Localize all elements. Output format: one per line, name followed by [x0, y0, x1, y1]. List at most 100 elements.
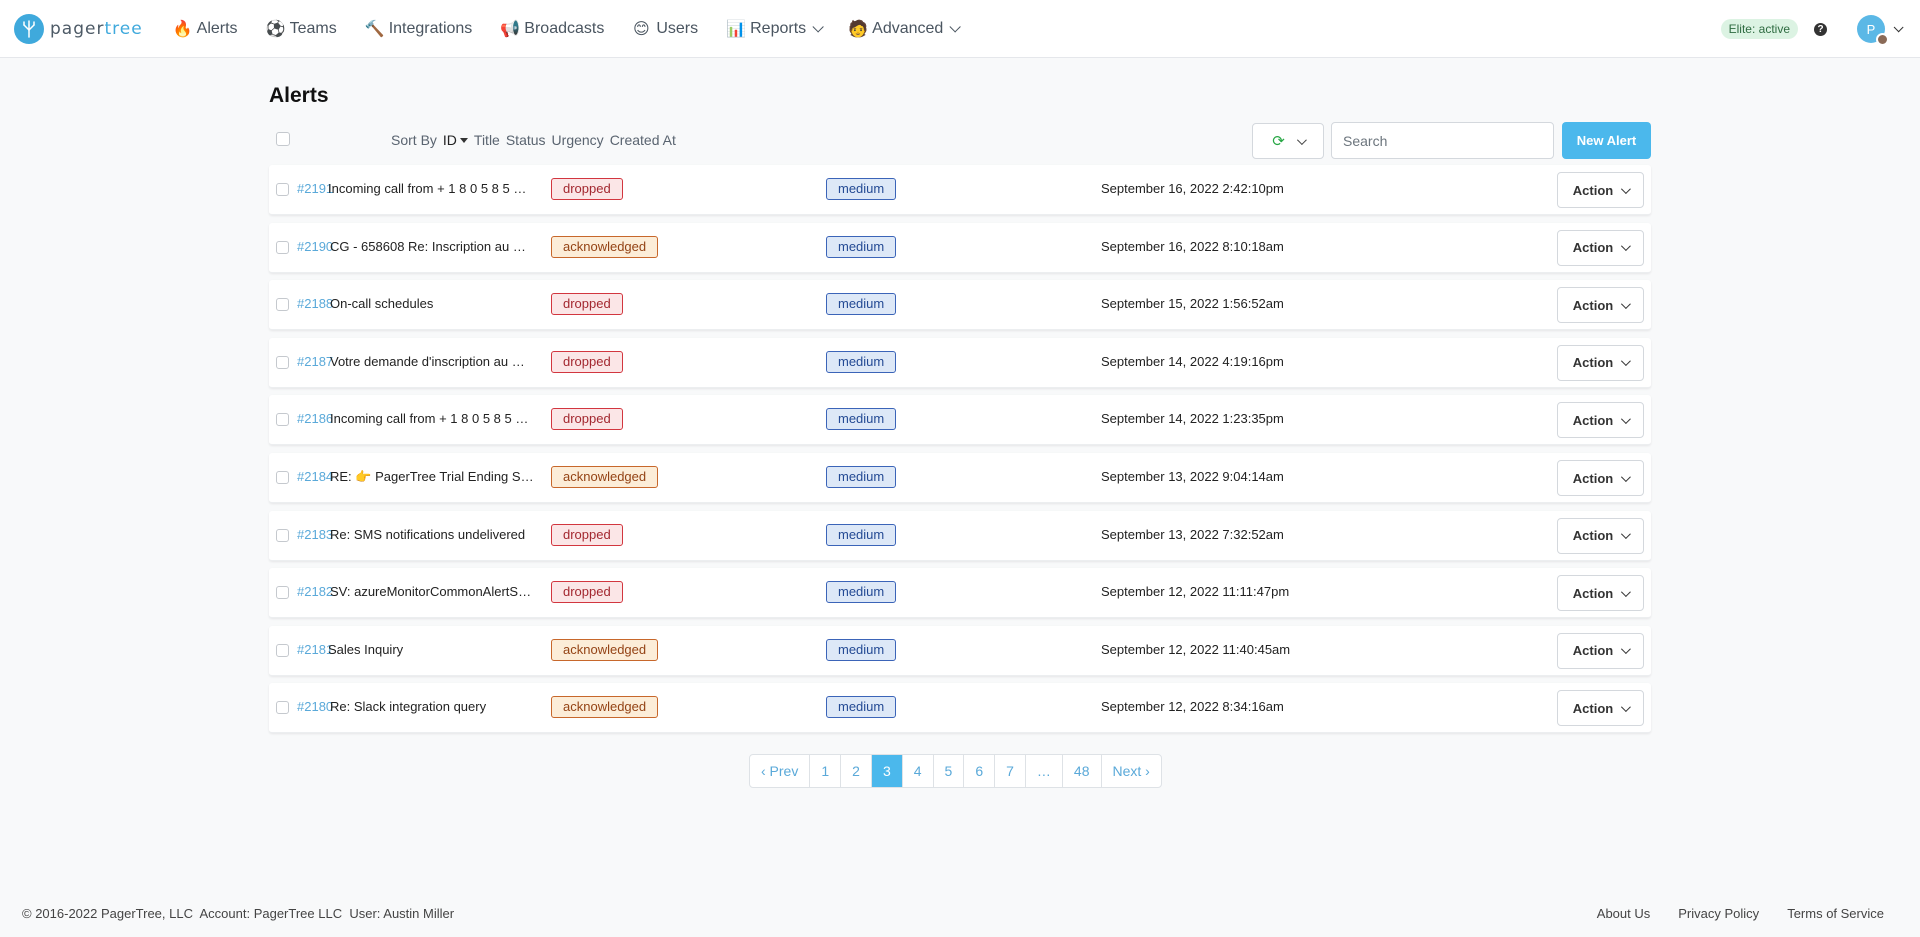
pagination-page-2[interactable]: 2: [841, 755, 872, 787]
alert-title[interactable]: Incoming call from + 1 8 0 5 8 5 …: [328, 181, 526, 196]
action-dropdown-button[interactable]: Action: [1557, 690, 1644, 727]
pagination-page-7[interactable]: 7: [995, 755, 1026, 787]
alert-id-link[interactable]: #2188: [297, 296, 333, 311]
alert-row-checkbox[interactable]: [276, 413, 289, 427]
alert-id-link[interactable]: #2190: [297, 239, 333, 254]
search-input[interactable]: [1331, 122, 1554, 159]
alert-title[interactable]: RE: 👉 PagerTree Trial Ending S…: [330, 469, 534, 485]
nav-item-integrations[interactable]: 🔨 Integrations: [351, 0, 487, 58]
pagination-page-48[interactable]: 48: [1063, 755, 1102, 787]
sort-option-title[interactable]: Title: [474, 132, 500, 148]
alert-row[interactable]: #2187 Votre demande d'inscription au … dro…: [269, 337, 1651, 388]
alert-title[interactable]: Re: SMS notifications undelivered: [330, 527, 525, 542]
nav-item-teams[interactable]: ⚽ Teams: [252, 0, 351, 58]
alert-row[interactable]: #2191 Incoming call from + 1 8 0 5 8 5 … d…: [269, 165, 1651, 215]
alert-row[interactable]: #2180 Re: Slack integration query acknowle…: [269, 683, 1651, 734]
alert-title[interactable]: SV: azureMonitorCommonAlertS…: [330, 584, 531, 599]
alert-id-link[interactable]: #2187: [297, 354, 333, 369]
hammer-icon: 🔨: [364, 20, 385, 38]
alert-row[interactable]: #2184 RE: 👉 PagerTree Trial Ending S… ackn…: [269, 453, 1651, 503]
chevron-down-icon[interactable]: [1893, 21, 1904, 32]
action-dropdown-button[interactable]: Action: [1557, 402, 1644, 439]
alert-title[interactable]: Sales Inquiry: [328, 642, 403, 657]
alert-row[interactable]: #2190 CG - 658608 Re: Inscription au … ack…: [269, 222, 1651, 273]
alert-title[interactable]: On-call schedules: [330, 296, 433, 311]
pagination-page-6[interactable]: 6: [964, 755, 996, 787]
nav-item-label: Advanced: [872, 19, 944, 37]
alert-title[interactable]: Votre demande d'inscription au …: [330, 354, 525, 369]
nav-item-broadcasts[interactable]: 📢 Broadcasts: [486, 0, 618, 58]
footer-link-terms[interactable]: Terms of Service: [1787, 906, 1884, 921]
alert-row-checkbox[interactable]: [276, 240, 289, 254]
action-label: Action: [1572, 470, 1614, 486]
alert-row-checkbox[interactable]: [276, 643, 289, 657]
pagination-ellipsis[interactable]: …: [1026, 755, 1063, 787]
alert-row[interactable]: #2183 Re: SMS notifications undelivered dr…: [269, 510, 1651, 561]
sort-option-urgency[interactable]: Urgency: [552, 132, 604, 148]
alert-row-checkbox[interactable]: [276, 586, 289, 600]
nav-item-label: Integrations: [388, 19, 473, 37]
smiley-icon: 😊: [633, 20, 650, 38]
sort-option-created-at[interactable]: Created At: [610, 132, 676, 148]
sort-direction-icon[interactable]: [459, 137, 468, 143]
action-dropdown-button[interactable]: Action: [1557, 575, 1644, 612]
alert-row-checkbox[interactable]: [276, 298, 289, 312]
alert-id-link[interactable]: #2182: [297, 584, 333, 599]
nav-item-reports[interactable]: 📊 Reports: [712, 0, 834, 58]
action-dropdown-button[interactable]: Action: [1557, 344, 1644, 381]
action-dropdown-button[interactable]: Action: [1557, 517, 1644, 554]
alert-id-link[interactable]: #2186: [297, 411, 333, 426]
pagination: ‹ Prev 1 2 3 4 5 6 7… 48 Next ›: [749, 754, 1162, 788]
pagination-next[interactable]: Next ›: [1102, 755, 1161, 787]
avatar-initial: P: [1866, 21, 1876, 37]
action-dropdown-button[interactable]: Action: [1557, 632, 1644, 669]
action-label: Action: [1572, 240, 1614, 256]
sort-option-status[interactable]: Status: [506, 132, 546, 148]
alert-row[interactable]: #2182 SV: azureMonitorCommonAlertS… droppe…: [269, 568, 1651, 619]
alert-row[interactable]: #2188 On-call schedules dropped medium Septe…: [269, 280, 1651, 331]
action-dropdown-button[interactable]: Action: [1557, 460, 1644, 496]
nav-item-label: Broadcasts: [524, 19, 605, 37]
select-all-checkbox[interactable]: [276, 132, 290, 146]
pagination-page-3[interactable]: 3: [871, 755, 903, 787]
action-dropdown-button[interactable]: Action: [1557, 172, 1644, 208]
pagination-page-5[interactable]: 5: [934, 755, 965, 787]
alert-row-checkbox[interactable]: [276, 471, 289, 484]
chevron-down-icon: [1621, 298, 1632, 309]
alert-row[interactable]: #2181 Sales Inquiry acknowledged medium Sept…: [269, 625, 1651, 676]
alert-title[interactable]: Incoming call from + 1 8 0 5 8 5 …: [330, 411, 528, 426]
alert-row-checkbox[interactable]: [276, 183, 289, 196]
alert-title[interactable]: Re: Slack integration query: [330, 699, 486, 714]
alert-title[interactable]: CG - 658608 Re: Inscription au …: [330, 239, 526, 254]
refresh-dropdown-button[interactable]: ⟳: [1252, 123, 1324, 159]
alert-row-checkbox[interactable]: [276, 528, 289, 542]
urgency-badge: medium: [826, 350, 897, 373]
pagination-page-4[interactable]: 4: [903, 755, 934, 787]
nav-item-advanced[interactable]: 🧑 Advanced: [834, 0, 971, 58]
pagination-prev[interactable]: ‹ Prev: [750, 755, 811, 787]
help-icon[interactable]: ?: [1814, 22, 1827, 36]
alert-row-checkbox[interactable]: [276, 355, 289, 369]
action-dropdown-button[interactable]: Action: [1557, 287, 1644, 324]
footer-link-privacy[interactable]: Privacy Policy: [1678, 906, 1759, 921]
urgency-badge: medium: [826, 466, 897, 488]
action-label: Action: [1572, 355, 1614, 371]
alert-id-link[interactable]: #2180: [297, 699, 333, 714]
alert-id-link[interactable]: #2183: [297, 527, 333, 542]
alert-row[interactable]: #2186 Incoming call from + 1 8 0 5 8 5 … d…: [269, 395, 1651, 446]
alert-row-checkbox[interactable]: [276, 701, 289, 715]
pagination-page-1[interactable]: 1: [810, 755, 842, 787]
nav-item-alerts[interactable]: 🔥 Alerts: [159, 0, 252, 58]
action-dropdown-button[interactable]: Action: [1557, 229, 1644, 266]
user-avatar[interactable]: P: [1857, 15, 1889, 46]
sort-option-id[interactable]: ID: [443, 132, 457, 148]
new-alert-button[interactable]: New Alert: [1562, 122, 1651, 159]
created-at: September 14, 2022 1:23:35pm: [1101, 411, 1284, 427]
avatar-photo-icon: [1876, 33, 1889, 46]
brand-link[interactable]: pagertree: [14, 0, 143, 58]
footer-link-about[interactable]: About Us: [1597, 906, 1650, 921]
nav-item-users[interactable]: 😊 Users: [618, 0, 712, 58]
brand-name: pagertree: [50, 18, 143, 39]
alert-id-link[interactable]: #2184: [297, 469, 333, 484]
sort-by-label: Sort By: [391, 132, 437, 148]
